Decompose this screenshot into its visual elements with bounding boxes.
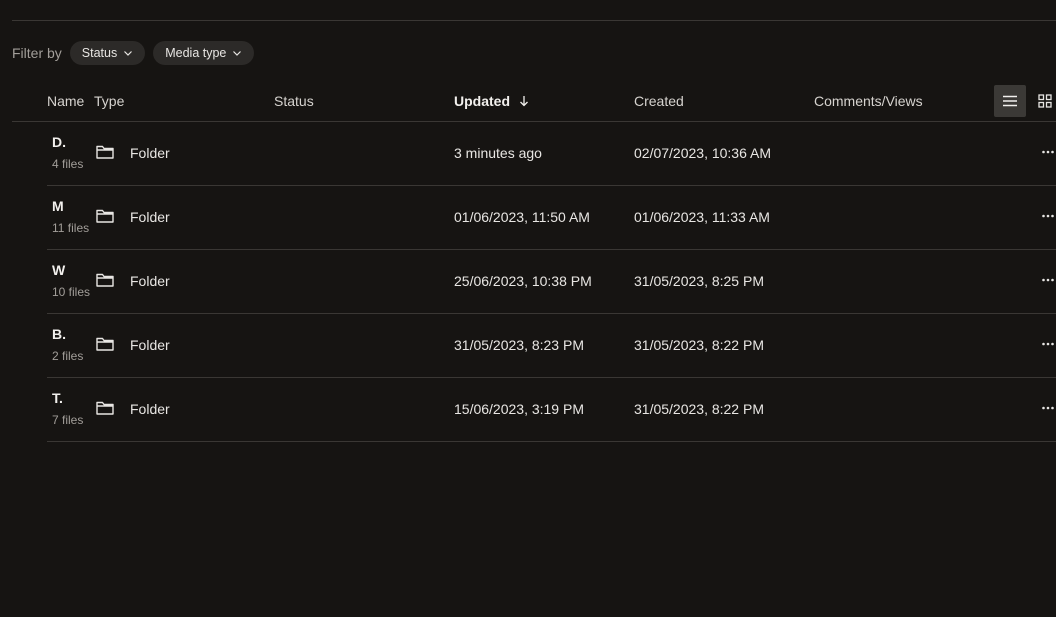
row-file-count: 4 files	[52, 157, 84, 171]
row-file-count: 2 files	[52, 349, 84, 363]
column-header-comments-views[interactable]: Comments/Views	[814, 93, 923, 109]
folder-icon	[96, 273, 114, 287]
filter-bar: Filter by Status Media type	[12, 41, 255, 65]
row-type: Folder	[130, 401, 170, 417]
arrow-down-icon	[520, 96, 528, 107]
folder-icon	[96, 209, 114, 223]
top-divider	[12, 20, 1056, 21]
chevron-down-icon	[233, 51, 242, 56]
row-name[interactable]: W	[52, 262, 65, 278]
media-type-filter-chip[interactable]: Media type	[153, 41, 255, 65]
row-type: Folder	[130, 145, 170, 161]
table-row[interactable]: T. 7 files Folder 15/06/2023, 3:19 PM 31…	[47, 378, 1056, 442]
row-updated: 25/06/2023, 10:38 PM	[454, 273, 592, 289]
row-updated: 15/06/2023, 3:19 PM	[454, 401, 584, 417]
more-icon[interactable]	[1041, 144, 1055, 160]
table-row[interactable]: W 10 files Folder 25/06/2023, 10:38 PM 3…	[47, 250, 1056, 314]
column-header-status[interactable]: Status	[274, 93, 314, 109]
row-file-count: 10 files	[52, 285, 91, 299]
list-view-icon	[1003, 95, 1017, 107]
row-type: Folder	[130, 273, 170, 289]
row-created: 01/06/2023, 11:33 AM	[634, 209, 770, 225]
row-name[interactable]: B.	[52, 326, 66, 342]
row-updated: 31/05/2023, 8:23 PM	[454, 337, 584, 353]
row-type: Folder	[130, 337, 170, 353]
column-header-updated-label: Updated	[454, 93, 510, 109]
status-filter-label: Status	[81, 46, 118, 60]
row-file-count: 11 files	[52, 221, 90, 235]
row-updated: 01/06/2023, 11:50 AM	[454, 209, 590, 225]
column-header-type[interactable]: Type	[94, 93, 124, 109]
more-icon[interactable]	[1041, 336, 1055, 352]
row-created: 31/05/2023, 8:22 PM	[634, 401, 764, 417]
folder-icon	[96, 145, 114, 159]
status-filter-chip[interactable]: Status	[69, 41, 146, 65]
table-row[interactable]: B. 2 files Folder 31/05/2023, 8:23 PM 31…	[47, 314, 1056, 378]
row-name[interactable]: M	[52, 198, 64, 214]
table-row[interactable]: D. 4 files Folder 3 minutes ago 02/07/20…	[47, 122, 1056, 186]
row-created: 31/05/2023, 8:25 PM	[634, 273, 764, 289]
list-view-button[interactable]	[994, 85, 1026, 117]
row-name[interactable]: T.	[52, 390, 63, 406]
column-header-name[interactable]: Name	[47, 93, 84, 109]
row-file-count: 7 files	[52, 413, 84, 427]
grid-view-icon	[1038, 94, 1052, 108]
more-icon[interactable]	[1041, 400, 1055, 416]
folder-icon	[96, 337, 114, 351]
row-name[interactable]: D.	[52, 134, 66, 150]
chevron-down-icon	[124, 51, 133, 56]
more-icon[interactable]	[1041, 272, 1055, 288]
row-created: 31/05/2023, 8:22 PM	[634, 337, 764, 353]
media-type-filter-label: Media type	[165, 46, 227, 60]
row-type: Folder	[130, 209, 170, 225]
row-created: 02/07/2023, 10:36 AM	[634, 145, 771, 161]
table-row[interactable]: M 11 files Folder 01/06/2023, 11:50 AM 0…	[47, 186, 1056, 250]
column-header-updated[interactable]: Updated	[454, 93, 529, 109]
more-icon[interactable]	[1041, 208, 1055, 224]
table-header: Name Type Status Updated Created Comment…	[12, 84, 1056, 122]
row-updated: 3 minutes ago	[454, 145, 542, 161]
file-list: D. 4 files Folder 3 minutes ago 02/07/20…	[47, 122, 1056, 442]
filter-label: Filter by	[12, 45, 62, 61]
column-header-created[interactable]: Created	[634, 93, 684, 109]
folder-icon	[96, 401, 114, 415]
grid-view-button[interactable]	[1034, 85, 1056, 117]
